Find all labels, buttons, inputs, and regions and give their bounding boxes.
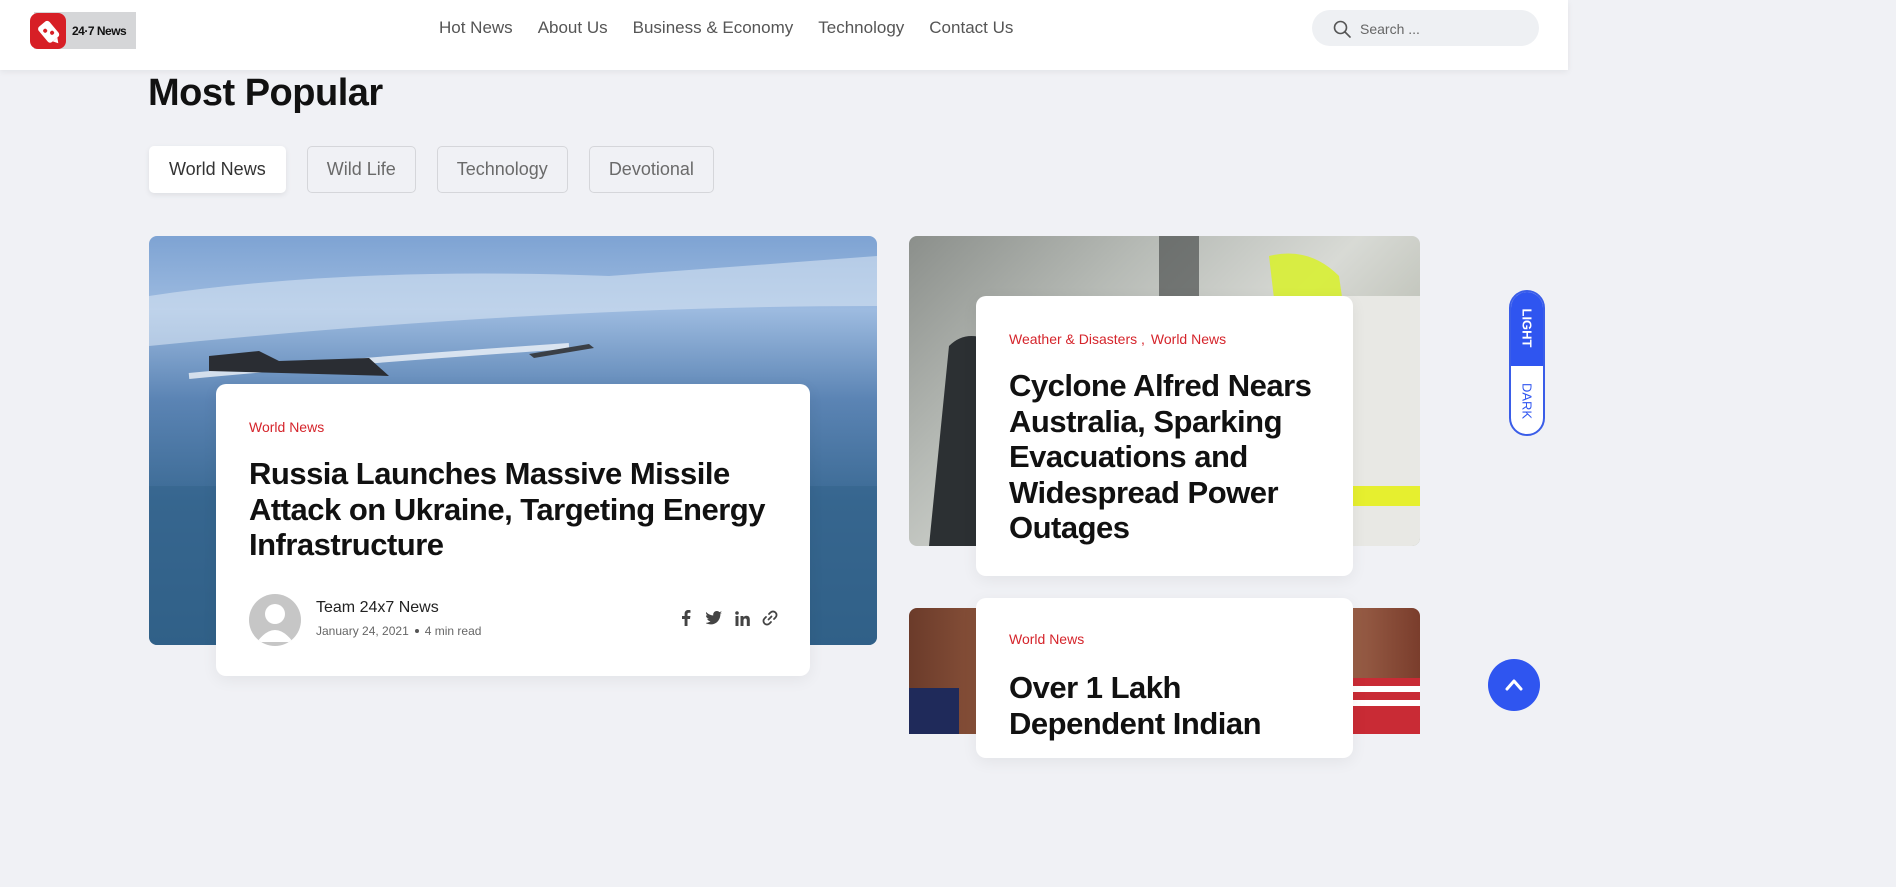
category-world-news[interactable]: World News bbox=[1151, 331, 1226, 347]
article-date: January 24, 2021 bbox=[316, 624, 409, 638]
article-title[interactable]: Over 1 Lakh Dependent Indian bbox=[1009, 670, 1339, 741]
cyclone-article-card[interactable]: Weather & Disasters , World News Cyclone… bbox=[976, 296, 1353, 576]
article-category[interactable]: World News bbox=[249, 419, 324, 435]
article-title[interactable]: Cyclone Alfred Nears Australia, Sparking… bbox=[1009, 368, 1339, 546]
category-weather-disasters[interactable]: Weather & Disasters , bbox=[1009, 331, 1145, 347]
meta-separator bbox=[414, 629, 419, 633]
nav-contact-us[interactable]: Contact Us bbox=[929, 18, 1013, 38]
site-logo[interactable]: 24·7 News bbox=[30, 12, 136, 49]
search-icon[interactable] bbox=[1332, 19, 1352, 39]
facebook-icon[interactable] bbox=[678, 610, 694, 626]
lakh-article-card[interactable]: World News Over 1 Lakh Dependent Indian bbox=[976, 598, 1353, 758]
read-time: 4 min read bbox=[424, 624, 482, 638]
light-label: LIGHT bbox=[1519, 308, 1535, 348]
article-categories: Weather & Disasters , World News bbox=[1009, 331, 1226, 347]
article-meta: January 24, 2021 4 min read bbox=[316, 624, 481, 638]
tab-world-news[interactable]: World News bbox=[149, 146, 286, 193]
search-input[interactable] bbox=[1358, 10, 1532, 48]
twitter-icon[interactable] bbox=[706, 610, 722, 626]
site-header: 24·7 News Hot News About Us Business & E… bbox=[0, 0, 1568, 70]
category-tabs: World News Wild Life Technology Devotion… bbox=[149, 146, 714, 193]
share-icons bbox=[678, 610, 778, 626]
logo-text: 24·7 News bbox=[72, 24, 127, 38]
light-mode-button[interactable]: LIGHT bbox=[1511, 292, 1543, 366]
nav-technology[interactable]: Technology bbox=[818, 18, 904, 38]
nav-hot-news[interactable]: Hot News bbox=[439, 18, 513, 38]
main-nav: Hot News About Us Business & Economy Tec… bbox=[439, 18, 1013, 38]
scroll-to-top-button[interactable] bbox=[1488, 659, 1540, 711]
chevron-up-icon bbox=[1505, 679, 1523, 691]
search-box bbox=[1312, 10, 1539, 48]
avatar[interactable] bbox=[249, 594, 301, 646]
tab-technology[interactable]: Technology bbox=[436, 146, 568, 193]
nav-about-us[interactable]: About Us bbox=[538, 18, 608, 38]
linkedin-icon[interactable] bbox=[734, 610, 750, 626]
dark-mode-button[interactable]: DARK bbox=[1511, 366, 1543, 434]
nav-business-economy[interactable]: Business & Economy bbox=[633, 18, 794, 38]
tab-devotional[interactable]: Devotional bbox=[588, 146, 714, 193]
dark-label: DARK bbox=[1519, 382, 1535, 420]
tab-wild-life[interactable]: Wild Life bbox=[306, 146, 416, 193]
author-name[interactable]: Team 24x7 News bbox=[316, 599, 439, 617]
theme-toggle: LIGHT DARK bbox=[1509, 290, 1545, 436]
main-article-card[interactable]: World News Russia Launches Massive Missi… bbox=[216, 384, 810, 676]
pen-logo-icon bbox=[30, 13, 66, 49]
article-category[interactable]: World News bbox=[1009, 631, 1084, 647]
link-icon[interactable] bbox=[762, 610, 778, 626]
article-title[interactable]: Russia Launches Massive Missile Attack o… bbox=[249, 456, 789, 563]
section-title: Most Popular bbox=[148, 72, 383, 114]
